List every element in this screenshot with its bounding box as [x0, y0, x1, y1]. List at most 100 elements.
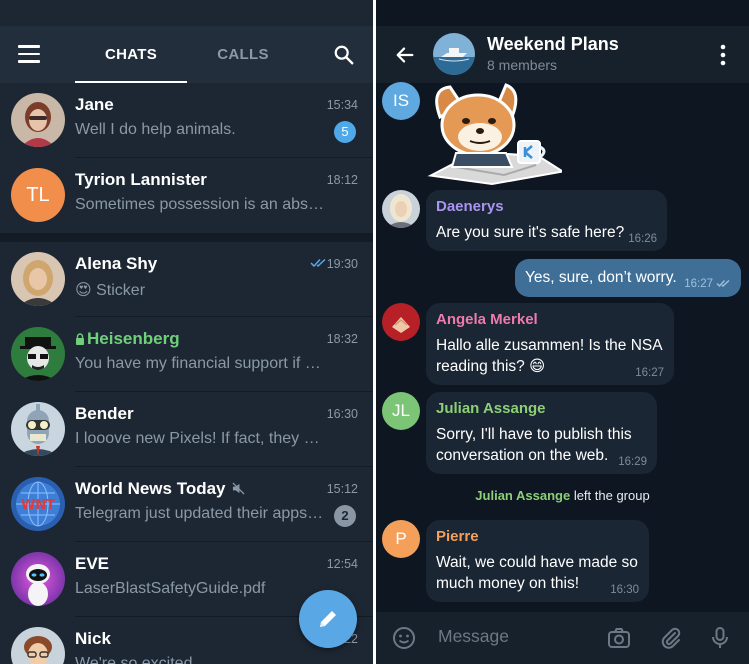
message-bubble[interactable]: Julian Assange Sorry, I'll have to publi…	[426, 392, 657, 474]
status-bar	[376, 0, 749, 26]
camera-icon[interactable]	[607, 626, 631, 650]
message-text-line: Wait, we could have made so	[436, 554, 638, 571]
chat-name: Jane	[75, 95, 114, 114]
attach-icon[interactable]	[659, 626, 683, 650]
group-avatar[interactable]	[433, 33, 475, 75]
microphone-icon[interactable]	[708, 626, 732, 650]
more-options-icon[interactable]	[720, 44, 726, 66]
message-time: 16:30	[610, 584, 639, 596]
message-text-line: reading this? 😄	[436, 358, 546, 375]
emoji-icon[interactable]	[392, 626, 416, 650]
message-text-line: much money on this!	[436, 575, 580, 592]
double-check-icon	[716, 279, 730, 288]
conversation-header: Weekend Plans 8 members	[376, 26, 749, 83]
unread-badge: 5	[334, 121, 356, 143]
chat-preview: 😍 Sticker	[75, 282, 146, 299]
chat-time: 19:30	[326, 257, 358, 271]
chat-preview: Well I do help animals.	[75, 121, 236, 138]
chat-list-pane: CHATS CALLS Jane Well I do help animals.…	[0, 0, 373, 664]
pencil-icon	[320, 611, 336, 627]
new-message-button[interactable]	[299, 590, 357, 648]
service-action: left the group	[573, 488, 650, 503]
chat-preview: Sometimes possession is an abstract conc…	[75, 196, 325, 213]
double-check-icon	[310, 258, 326, 268]
avatar[interactable]: IS	[382, 82, 420, 120]
avatar[interactable]: P	[382, 520, 420, 558]
message-input[interactable]: Message	[438, 626, 509, 647]
message-text: Are you sure it's safe here?	[436, 224, 625, 241]
message-time: 16:29	[618, 456, 647, 468]
avatar	[11, 402, 65, 456]
sender-name: Pierre	[436, 528, 479, 545]
sender-name: Daenerys	[436, 198, 504, 215]
message-time: 16:27	[635, 367, 664, 379]
search-icon[interactable]	[333, 44, 355, 66]
shiba-sticker[interactable]	[426, 83, 562, 187]
chat-item-world-news-today[interactable]: WNT World News Today Telegram just updat…	[0, 467, 373, 542]
tab-calls[interactable]: CALLS	[187, 26, 299, 83]
avatar: TL	[11, 168, 65, 222]
svg-text:WNT: WNT	[21, 498, 55, 513]
message-text-line: conversation on the web.	[436, 447, 609, 464]
avatar: WNT	[11, 477, 65, 531]
chat-time: 12:54	[326, 557, 358, 571]
chat-list-toolbar: CHATS CALLS	[0, 26, 373, 83]
service-user-name[interactable]: Julian Assange	[475, 488, 570, 503]
avatar	[11, 93, 65, 147]
pinned-divider	[0, 233, 373, 242]
avatar[interactable]	[382, 303, 420, 341]
service-message: Julian Assange left the group	[376, 488, 749, 503]
chat-name: Alena Shy	[75, 254, 158, 273]
chat-preview: Telegram just updated their apps for eve…	[75, 505, 325, 522]
status-bar	[0, 0, 373, 26]
chat-name: World News Today	[75, 479, 245, 499]
chat-name: Nick	[75, 629, 111, 648]
lock-icon	[76, 333, 84, 345]
chat-item-jane[interactable]: Jane Well I do help animals. 15:34 5	[0, 83, 373, 158]
chat-preview: We're so excited	[75, 655, 193, 664]
chat-name: Heisenberg	[75, 329, 180, 349]
conversation-pane: Weekend Plans 8 members IS Daenerys Are …	[376, 0, 749, 664]
message-bubble[interactable]: Pierre Wait, we could have made so much …	[426, 520, 649, 602]
chat-time: 18:12	[326, 173, 358, 187]
message-bubble[interactable]: Daenerys Are you sure it's safe here? 16…	[426, 190, 667, 251]
chat-time: 16:30	[326, 407, 358, 421]
chat-item-alena-shy[interactable]: Alena Shy 😍 Sticker 19:30	[0, 242, 373, 317]
avatar[interactable]	[382, 190, 420, 228]
sender-name: Angela Merkel	[436, 311, 538, 328]
chat-preview: You have my financial support if you nee…	[75, 355, 325, 372]
message-time: 16:27	[684, 278, 713, 290]
chat-item-tyrion-lannister[interactable]: TL Tyrion Lannister Sometimes possession…	[0, 158, 373, 233]
chat-time: 15:12	[326, 482, 358, 496]
message-time: 16:26	[628, 233, 657, 245]
chat-name: EVE	[75, 554, 110, 573]
chat-name-text: Heisenberg	[87, 329, 180, 348]
hamburger-menu-icon[interactable]	[18, 45, 40, 63]
avatar[interactable]: JL	[382, 392, 420, 430]
muted-speaker-icon	[231, 482, 245, 495]
chat-time: 15:34	[326, 98, 358, 112]
chat-time: 18:32	[326, 332, 358, 346]
chat-name-text: World News Today	[75, 479, 226, 498]
chat-item-heisenberg[interactable]: Heisenberg You have my financial support…	[0, 317, 373, 392]
chat-preview: I looove new Pixels! If fact, they are t…	[75, 430, 325, 447]
chat-preview: LaserBlastSafetyGuide.pdf	[75, 580, 266, 597]
unread-badge: 2	[334, 505, 356, 527]
avatar	[11, 327, 65, 381]
sender-name: Julian Assange	[436, 400, 546, 417]
message-text: Yes, sure, don’t worry.	[525, 269, 677, 286]
message-composer: Message	[376, 612, 749, 664]
outgoing-message-bubble[interactable]: Yes, sure, don’t worry. 16:27	[515, 259, 741, 297]
tab-chats[interactable]: CHATS	[75, 26, 187, 83]
conversation-title[interactable]: Weekend Plans	[487, 34, 619, 55]
message-bubble[interactable]: Angela Merkel Hallo alle zusammen! Is th…	[426, 303, 674, 385]
avatar	[11, 627, 65, 664]
message-text-line: Sorry, I'll have to publish this	[436, 426, 632, 443]
chat-name: Bender	[75, 404, 134, 423]
avatar	[11, 252, 65, 306]
chat-name: Tyrion Lannister	[75, 170, 207, 189]
message-text-line: Hallo alle zusammen! Is the NSA	[436, 337, 663, 354]
avatar	[11, 552, 65, 606]
chat-item-bender[interactable]: Bender I looove new Pixels! If fact, the…	[0, 392, 373, 467]
back-arrow-icon[interactable]	[394, 44, 416, 66]
